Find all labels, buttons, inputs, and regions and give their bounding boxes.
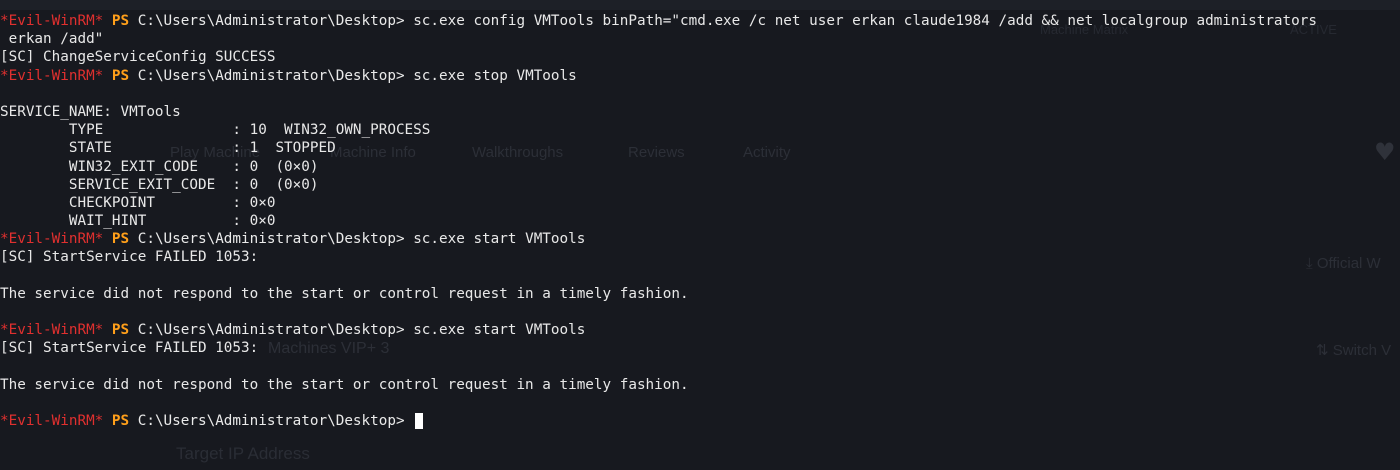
prompt-marker: *Evil-WinRM* [0,322,104,339]
prompt-line: *Evil-WinRM* PS C:\Users\Administrator\D… [0,67,1400,85]
output-line: erkan /add" [0,31,104,48]
prompt-line: *Evil-WinRM* PS C:\Users\Administrator\D… [0,230,1400,248]
command-text: sc.exe start VMTools [413,322,586,339]
prompt-marker: *Evil-WinRM* [0,67,104,84]
prompt-path: C:\Users\Administrator\Desktop> [137,413,405,430]
prompt-ps: PS [111,413,130,430]
command-text: sc.exe start VMTools [413,231,586,248]
prompt-ps: PS [111,231,130,248]
terminal-cursor[interactable] [415,413,424,430]
output-line: SERVICE_NAME: VMTools [0,103,181,120]
prompt-path: C:\Users\Administrator\Desktop> [137,67,405,84]
prompt-path: C:\Users\Administrator\Desktop> [137,322,405,339]
command-text: sc.exe config VMTools binPath="cmd.exe /… [413,13,1317,29]
prompt-ps: PS [111,67,130,84]
output-line: [SC] StartService FAILED 1053: [0,340,259,357]
prompt-line: *Evil-WinRM* PS C:\Users\Administrator\D… [0,12,1400,30]
output-line: WIN32_EXIT_CODE : 0 (0×0) [0,158,319,175]
prompt-line: *Evil-WinRM* PS C:\Users\Administrator\D… [0,321,1400,339]
output-line: The service did not respond to the start… [0,285,689,302]
output-line: [SC] ChangeServiceConfig SUCCESS [0,49,276,66]
background-tab-strip [0,0,1400,10]
prompt-path: C:\Users\Administrator\Desktop> [137,231,405,248]
background-target-ip-label: Target IP Address [176,444,310,463]
prompt-ps: PS [111,13,130,29]
output-line: [SC] StartService FAILED 1053: [0,249,259,266]
prompt-marker: *Evil-WinRM* [0,231,104,248]
output-line: WAIT_HINT : 0×0 [0,213,276,230]
output-line: STATE : 1 STOPPED [0,140,336,157]
output-line: TYPE : 10 WIN32_OWN_PROCESS [0,122,431,139]
output-line: CHECKPOINT : 0×0 [0,194,276,211]
prompt-line: *Evil-WinRM* PS C:\Users\Administrator\D… [0,412,1400,430]
output-line: SERVICE_EXIT_CODE : 0 (0×0) [0,176,319,193]
prompt-path: C:\Users\Administrator\Desktop> [137,13,405,29]
command-text: sc.exe stop VMTools [413,67,577,84]
prompt-ps: PS [111,322,130,339]
prompt-marker: *Evil-WinRM* [0,13,104,29]
prompt-marker: *Evil-WinRM* [0,413,104,430]
output-line: The service did not respond to the start… [0,376,689,393]
terminal-output: *Evil-WinRM* PS C:\Users\Administrator\D… [0,12,1400,430]
terminal-window[interactable]: Machine Matrix ACTIVE Play Machine Machi… [0,0,1400,470]
